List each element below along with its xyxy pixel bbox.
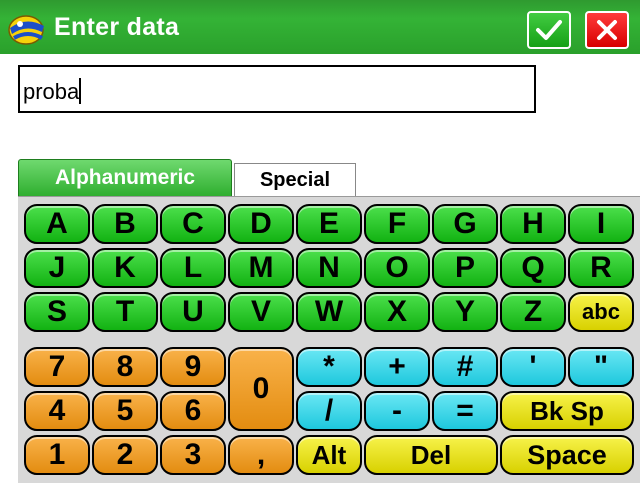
window-title: Enter data — [54, 13, 180, 41]
key-plus[interactable]: + — [364, 347, 430, 387]
on-screen-keyboard: A B C D E F G H I J K L M N O P Q R S T … — [18, 196, 640, 483]
key-m[interactable]: M — [228, 248, 294, 288]
checkmark-icon — [536, 20, 562, 40]
key-t[interactable]: T — [92, 292, 158, 332]
key-n[interactable]: N — [296, 248, 362, 288]
key-x[interactable]: X — [364, 292, 430, 332]
key-e[interactable]: E — [296, 204, 362, 244]
key-asterisk[interactable]: * — [296, 347, 362, 387]
key-4[interactable]: 4 — [24, 391, 90, 431]
input-value: proba — [23, 79, 80, 104]
key-hash[interactable]: # — [432, 347, 498, 387]
key-g[interactable]: G — [432, 204, 498, 244]
key-b[interactable]: B — [92, 204, 158, 244]
text-caret — [79, 78, 82, 104]
key-quote[interactable]: " — [568, 347, 634, 387]
key-slash[interactable]: / — [296, 391, 362, 431]
key-v[interactable]: V — [228, 292, 294, 332]
backspace-key[interactable]: Bk Sp — [500, 391, 634, 431]
key-2[interactable]: 2 — [92, 435, 158, 475]
key-y[interactable]: Y — [432, 292, 498, 332]
key-6[interactable]: 6 — [160, 391, 226, 431]
app-logo-icon — [8, 15, 44, 45]
key-r[interactable]: R — [568, 248, 634, 288]
key-c[interactable]: C — [160, 204, 226, 244]
key-equals[interactable]: = — [432, 391, 498, 431]
key-i[interactable]: I — [568, 204, 634, 244]
key-apostrophe[interactable]: ' — [500, 347, 566, 387]
abc-toggle-key[interactable]: abc — [568, 292, 634, 332]
key-comma[interactable]: , — [228, 435, 294, 475]
key-8[interactable]: 8 — [92, 347, 158, 387]
key-q[interactable]: Q — [500, 248, 566, 288]
title-bar: Enter data — [0, 0, 640, 54]
key-3[interactable]: 3 — [160, 435, 226, 475]
key-d[interactable]: D — [228, 204, 294, 244]
data-input[interactable]: proba — [18, 65, 536, 113]
key-a[interactable]: A — [24, 204, 90, 244]
ok-button[interactable] — [527, 11, 571, 49]
cancel-button[interactable] — [585, 11, 629, 49]
key-w[interactable]: W — [296, 292, 362, 332]
delete-key[interactable]: Del — [364, 435, 498, 475]
key-l[interactable]: L — [160, 248, 226, 288]
close-icon — [597, 20, 617, 40]
key-minus[interactable]: - — [364, 391, 430, 431]
key-1[interactable]: 1 — [24, 435, 90, 475]
key-5[interactable]: 5 — [92, 391, 158, 431]
space-key[interactable]: Space — [500, 435, 634, 475]
tab-special[interactable]: Special — [234, 163, 356, 196]
key-u[interactable]: U — [160, 292, 226, 332]
key-0[interactable]: 0 — [228, 347, 294, 431]
key-h[interactable]: H — [500, 204, 566, 244]
alt-key[interactable]: Alt — [296, 435, 362, 475]
key-f[interactable]: F — [364, 204, 430, 244]
key-p[interactable]: P — [432, 248, 498, 288]
key-9[interactable]: 9 — [160, 347, 226, 387]
key-k[interactable]: K — [92, 248, 158, 288]
key-7[interactable]: 7 — [24, 347, 90, 387]
key-z[interactable]: Z — [500, 292, 566, 332]
key-j[interactable]: J — [24, 248, 90, 288]
tab-alphanumeric[interactable]: Alphanumeric — [18, 159, 232, 196]
key-o[interactable]: O — [364, 248, 430, 288]
key-s[interactable]: S — [24, 292, 90, 332]
